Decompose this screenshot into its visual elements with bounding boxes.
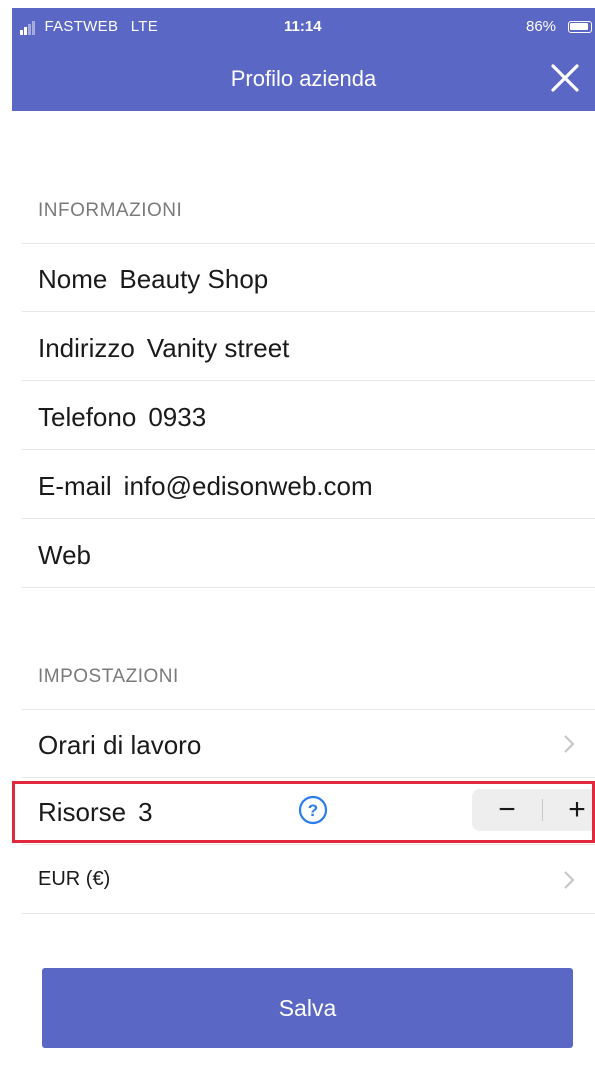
- field-row-web[interactable]: Web: [22, 520, 595, 588]
- field-label-web: Web: [38, 540, 91, 570]
- name-field[interactable]: Beauty Shop: [119, 264, 268, 294]
- field-row-phone[interactable]: Telefono 0933: [22, 382, 595, 450]
- field-row-email[interactable]: E-mail info@edisonweb.com: [22, 451, 595, 519]
- save-button[interactable]: Salva: [42, 968, 573, 1048]
- status-bar: FASTWEB LTE 11:14 86%: [12, 8, 595, 48]
- field-label-name: Nome: [38, 264, 108, 294]
- address-field[interactable]: Vanity street: [147, 333, 290, 363]
- field-label-email: E-mail: [38, 471, 112, 501]
- currency-row[interactable]: EUR (€): [22, 846, 595, 914]
- battery-icon: [568, 21, 592, 33]
- nav-bar: Profilo azienda: [12, 48, 595, 111]
- work-hours-label: Orari di lavoro: [38, 730, 202, 760]
- network-type: LTE: [130, 18, 159, 35]
- field-label-phone: Telefono: [38, 402, 137, 432]
- page-title: Profilo azienda: [230, 66, 377, 91]
- highlight-box: [12, 781, 595, 843]
- carrier-info: FASTWEB LTE: [20, 18, 158, 35]
- field-row-address[interactable]: Indirizzo Vanity street: [22, 313, 595, 381]
- close-icon[interactable]: [547, 60, 583, 96]
- status-time: 11:14: [284, 18, 322, 35]
- phone-field[interactable]: 0933: [148, 402, 206, 432]
- section-header-settings: IMPOSTAZIONI: [38, 666, 179, 687]
- chevron-right-icon: [564, 735, 575, 753]
- work-hours-row[interactable]: Orari di lavoro: [22, 710, 595, 778]
- carrier-name: FASTWEB: [44, 18, 119, 35]
- field-row-name[interactable]: Nome Beauty Shop: [22, 244, 595, 312]
- battery-percent: 86%: [526, 18, 557, 35]
- currency-label: EUR (€): [38, 868, 111, 890]
- chevron-right-icon: [564, 871, 575, 889]
- email-field[interactable]: info@edisonweb.com: [124, 471, 373, 501]
- signal-icon: [20, 18, 36, 35]
- section-header-info: INFORMAZIONI: [38, 200, 183, 221]
- field-label-address: Indirizzo: [38, 333, 135, 363]
